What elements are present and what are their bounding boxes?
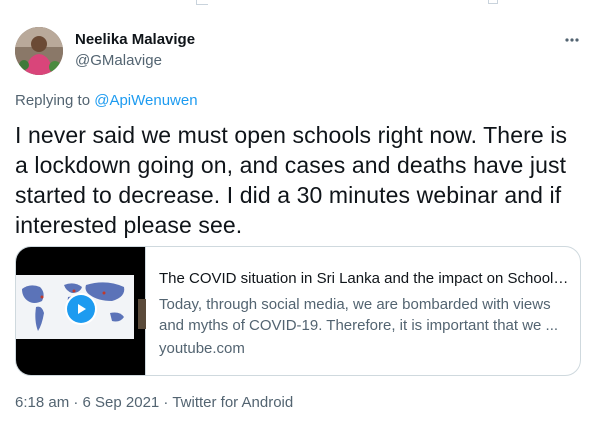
divider [196, 0, 208, 5]
meta-separator: · [159, 394, 173, 411]
tweet-source[interactable]: Twitter for Android [172, 394, 293, 411]
play-button[interactable] [65, 293, 97, 325]
tweet-detail: Neelika Malavige @GMalavige Replying to … [0, 0, 599, 421]
presenter-video-edge [138, 299, 146, 329]
divider [488, 0, 498, 4]
avatar-image [15, 27, 63, 75]
card-domain: youtube.com [159, 340, 245, 357]
play-icon [78, 304, 86, 314]
author-block: Neelika Malavige @GMalavige [75, 30, 195, 71]
replying-to: Replying to @ApiWenuwen [15, 92, 198, 109]
replying-to-mention[interactable]: @ApiWenuwen [94, 92, 197, 109]
previous-tweet-edge [0, 0, 599, 8]
avatar[interactable] [15, 27, 63, 75]
tweet-meta: 6:18 am · 6 Sep 2021 · Twitter for Andro… [15, 394, 293, 411]
tweet-timestamp[interactable]: 6:18 am · 6 Sep 2021 [15, 394, 159, 411]
tweet-text: I never said we must open schools right … [15, 122, 568, 238]
link-preview-card[interactable]: The COVID situation in Sri Lanka and the… [15, 246, 581, 376]
author-display-name[interactable]: Neelika Malavige [75, 30, 195, 49]
replying-prefix: Replying to [15, 92, 91, 109]
tweet-header: Neelika Malavige @GMalavige [15, 25, 585, 77]
card-body: The COVID situation in Sri Lanka and the… [159, 269, 569, 359]
card-description: Today, through social media, we are bomb… [159, 296, 559, 334]
more-options-button[interactable] [561, 29, 583, 51]
card-title: The COVID situation in Sri Lanka and the… [159, 270, 569, 287]
more-horizontal-icon [565, 38, 579, 42]
author-handle[interactable]: @GMalavige [75, 51, 195, 71]
video-thumbnail[interactable] [16, 247, 146, 375]
